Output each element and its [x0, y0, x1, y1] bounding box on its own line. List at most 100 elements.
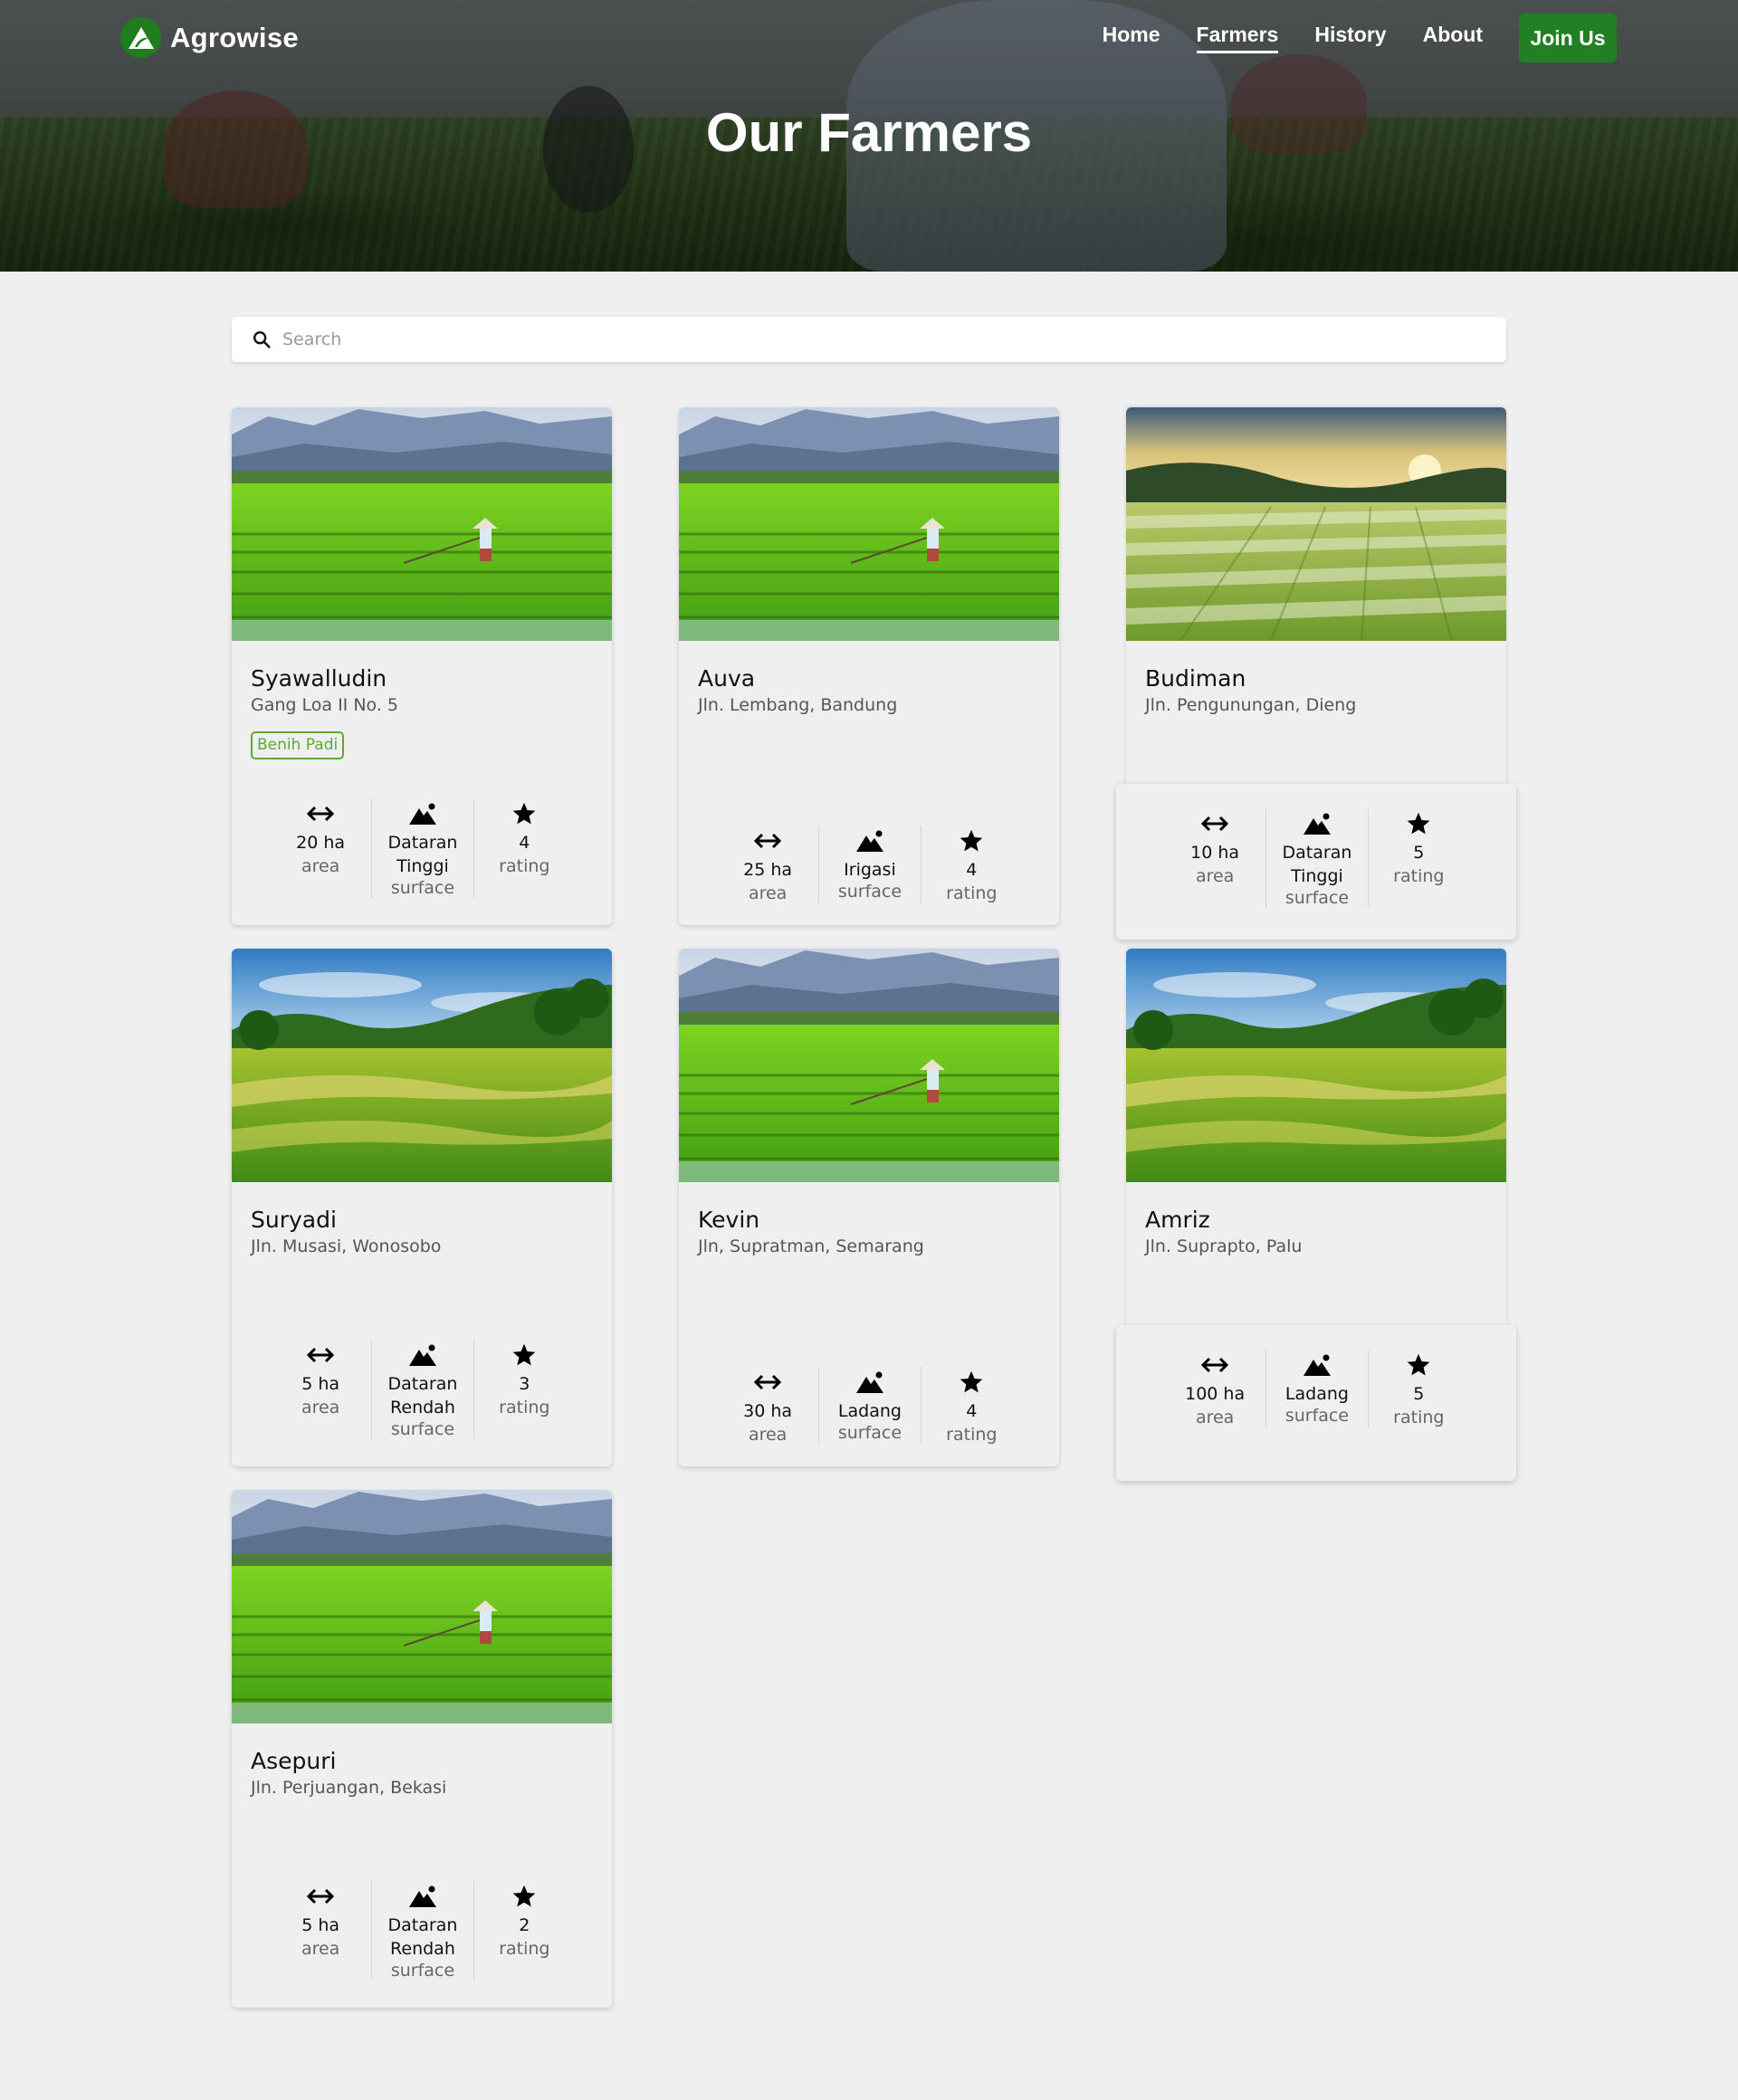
stat-surface-label: surface [1284, 1406, 1350, 1426]
stat-rating-value: 4 [966, 1401, 978, 1421]
stat-area-label: area [301, 856, 340, 876]
stat-rating: 5 rating [1367, 1350, 1469, 1427]
star-icon [1369, 1350, 1469, 1380]
stat-surface: Dataran Rendah surface [371, 1881, 473, 1981]
farmer-card-body: Amriz Jln. Suprapto, Palu [1126, 949, 1506, 1329]
stat-area-value: 10 ha [1190, 843, 1240, 863]
stat-rating-label: rating [499, 1939, 550, 1959]
stat-rating-label: rating [1393, 866, 1445, 886]
nav-link-history[interactable]: History [1314, 23, 1386, 53]
star-icon [922, 1367, 1022, 1398]
mountain-sun-icon [819, 826, 920, 856]
farm-photo [232, 407, 612, 641]
farm-photo [232, 1490, 612, 1723]
mountain-sun-icon [372, 1881, 473, 1912]
stat-area-value: 100 ha [1185, 1384, 1246, 1404]
arrows-left-right-icon [270, 798, 371, 829]
farmer-card[interactable]: Budiman Jln. Pengunungan, Dieng 10 ha are… [1116, 407, 1516, 940]
stat-surface-value: Dataran Tinggi [387, 833, 458, 876]
brand-name: Agrowise [170, 21, 299, 53]
nav-link-home[interactable]: Home [1103, 23, 1160, 53]
farmer-stats: 25 ha area Irigasi surface 4 rating [717, 826, 1022, 903]
arrows-left-right-icon [1164, 808, 1265, 839]
nav-link-farmers[interactable]: Farmers [1196, 23, 1279, 53]
star-icon [1369, 808, 1469, 839]
stat-surface-label: surface [390, 1961, 455, 1981]
stat-surface-label: surface [837, 882, 902, 902]
stat-surface-value: Dataran Rendah [387, 1915, 458, 1959]
farm-photo [1126, 407, 1506, 641]
stat-rating-value: 2 [519, 1915, 530, 1935]
stat-surface-label: surface [837, 1423, 902, 1443]
farm-photo [679, 949, 1059, 1182]
arrows-left-right-icon [270, 1881, 371, 1912]
farmer-address: Jln. Lembang, Bandung [698, 695, 898, 715]
crop-badge: Benih Padi [251, 731, 345, 759]
arrows-left-right-icon [1164, 1350, 1265, 1380]
farmer-card[interactable]: Suryadi Jln. Musasi, Wonosobo 5 ha area Da… [232, 949, 612, 1466]
farmer-name: Auva [698, 665, 756, 692]
star-icon [474, 1881, 575, 1912]
brand-logo-link[interactable]: Agrowise [120, 17, 299, 58]
mountain-sun-icon [372, 798, 473, 829]
farmer-name: Asepuri [251, 1748, 337, 1774]
stat-rating-value: 4 [966, 860, 978, 880]
farmer-stats-panel: 100 ha area Ladang surface 5 rating [1116, 1325, 1516, 1481]
farmer-name: Budiman [1145, 665, 1246, 692]
stat-surface-value: Irigasi [844, 860, 896, 880]
mountain-sun-icon [1266, 808, 1367, 839]
join-us-button[interactable]: Join Us [1519, 14, 1617, 62]
nav-link-about[interactable]: About [1423, 23, 1483, 53]
mountain-sun-icon [819, 1367, 920, 1398]
stat-area-value: 20 ha [296, 833, 346, 853]
farmer-card[interactable]: Syawalludin Gang Loa II No. 5 Benih Padi… [232, 407, 612, 925]
stat-surface: Ladang surface [1265, 1350, 1367, 1427]
stat-rating-value: 3 [519, 1374, 530, 1394]
stat-surface-value: Ladang [1284, 1384, 1349, 1404]
stat-surface: Irigasi surface [818, 826, 920, 903]
stat-surface-value: Dataran Rendah [387, 1374, 458, 1418]
farmer-card[interactable]: Asepuri Jln. Perjuangan, Bekasi 5 ha area… [232, 1490, 612, 2008]
stat-rating: 4 rating [920, 1367, 1022, 1445]
farm-photo [679, 407, 1059, 641]
stat-rating-label: rating [499, 1398, 550, 1418]
search-icon [253, 331, 271, 348]
stat-area-label: area [748, 1425, 788, 1445]
farmer-card[interactable]: Amriz Jln. Suprapto, Palu 100 ha area Lada… [1116, 949, 1516, 1481]
farmer-stats: 5 ha area Dataran Rendah surface 3 rating [270, 1340, 575, 1439]
stat-rating-label: rating [1393, 1408, 1445, 1427]
stat-rating-label: rating [946, 1425, 998, 1445]
mountain-sun-icon [372, 1340, 473, 1370]
stat-rating-value: 5 [1413, 1384, 1425, 1404]
farmer-address: Jln. Perjuangan, Bekasi [251, 1778, 447, 1798]
stat-area-label: area [301, 1939, 340, 1959]
farmer-stats: 100 ha area Ladang surface 5 rating [1164, 1350, 1469, 1427]
stat-rating: 5 rating [1367, 808, 1469, 908]
stat-rating: 3 rating [473, 1340, 575, 1439]
farmer-stats: 30 ha area Ladang surface 4 rating [717, 1367, 1022, 1445]
arrows-left-right-icon [270, 1340, 371, 1370]
farmer-name: Kevin [698, 1207, 760, 1233]
farmer-name: Syawalludin [251, 665, 387, 692]
farmer-card[interactable]: Auva Jln. Lembang, Bandung 25 ha area Irig… [679, 407, 1059, 925]
stat-surface-value: Ladang [837, 1401, 902, 1421]
farm-photo [232, 949, 612, 1182]
farmer-address: Jln. Pengunungan, Dieng [1145, 695, 1357, 715]
farmer-address: Jln, Supratman, Semarang [698, 1236, 924, 1256]
search-input[interactable] [282, 329, 1506, 349]
farmer-stats: 5 ha area Dataran Rendah surface 2 rating [270, 1881, 575, 1981]
stat-surface: Dataran Tinggi surface [371, 798, 473, 898]
stat-area-label: area [748, 883, 788, 903]
stat-area: 100 ha area [1164, 1350, 1265, 1427]
nav-links: Home Farmers History About Join Us [1103, 14, 1738, 62]
farmer-card[interactable]: Kevin Jln, Supratman, Semarang 30 ha area… [679, 949, 1059, 1466]
stat-area: 25 ha area [717, 826, 818, 903]
hero-banner: Agrowise Home Farmers History About Join… [0, 0, 1738, 272]
farmer-stats: 20 ha area Dataran Tinggi surface 4 rating [270, 798, 575, 898]
farmer-stats-panel: 10 ha area Dataran Tinggi surface 5 rating [1116, 784, 1516, 940]
stat-rating: 2 rating [473, 1881, 575, 1981]
stat-surface-value: Dataran Tinggi [1282, 843, 1352, 886]
leaf-logo-icon [120, 17, 161, 58]
stat-area-label: area [301, 1398, 340, 1418]
stat-area-value: 5 ha [301, 1374, 340, 1394]
